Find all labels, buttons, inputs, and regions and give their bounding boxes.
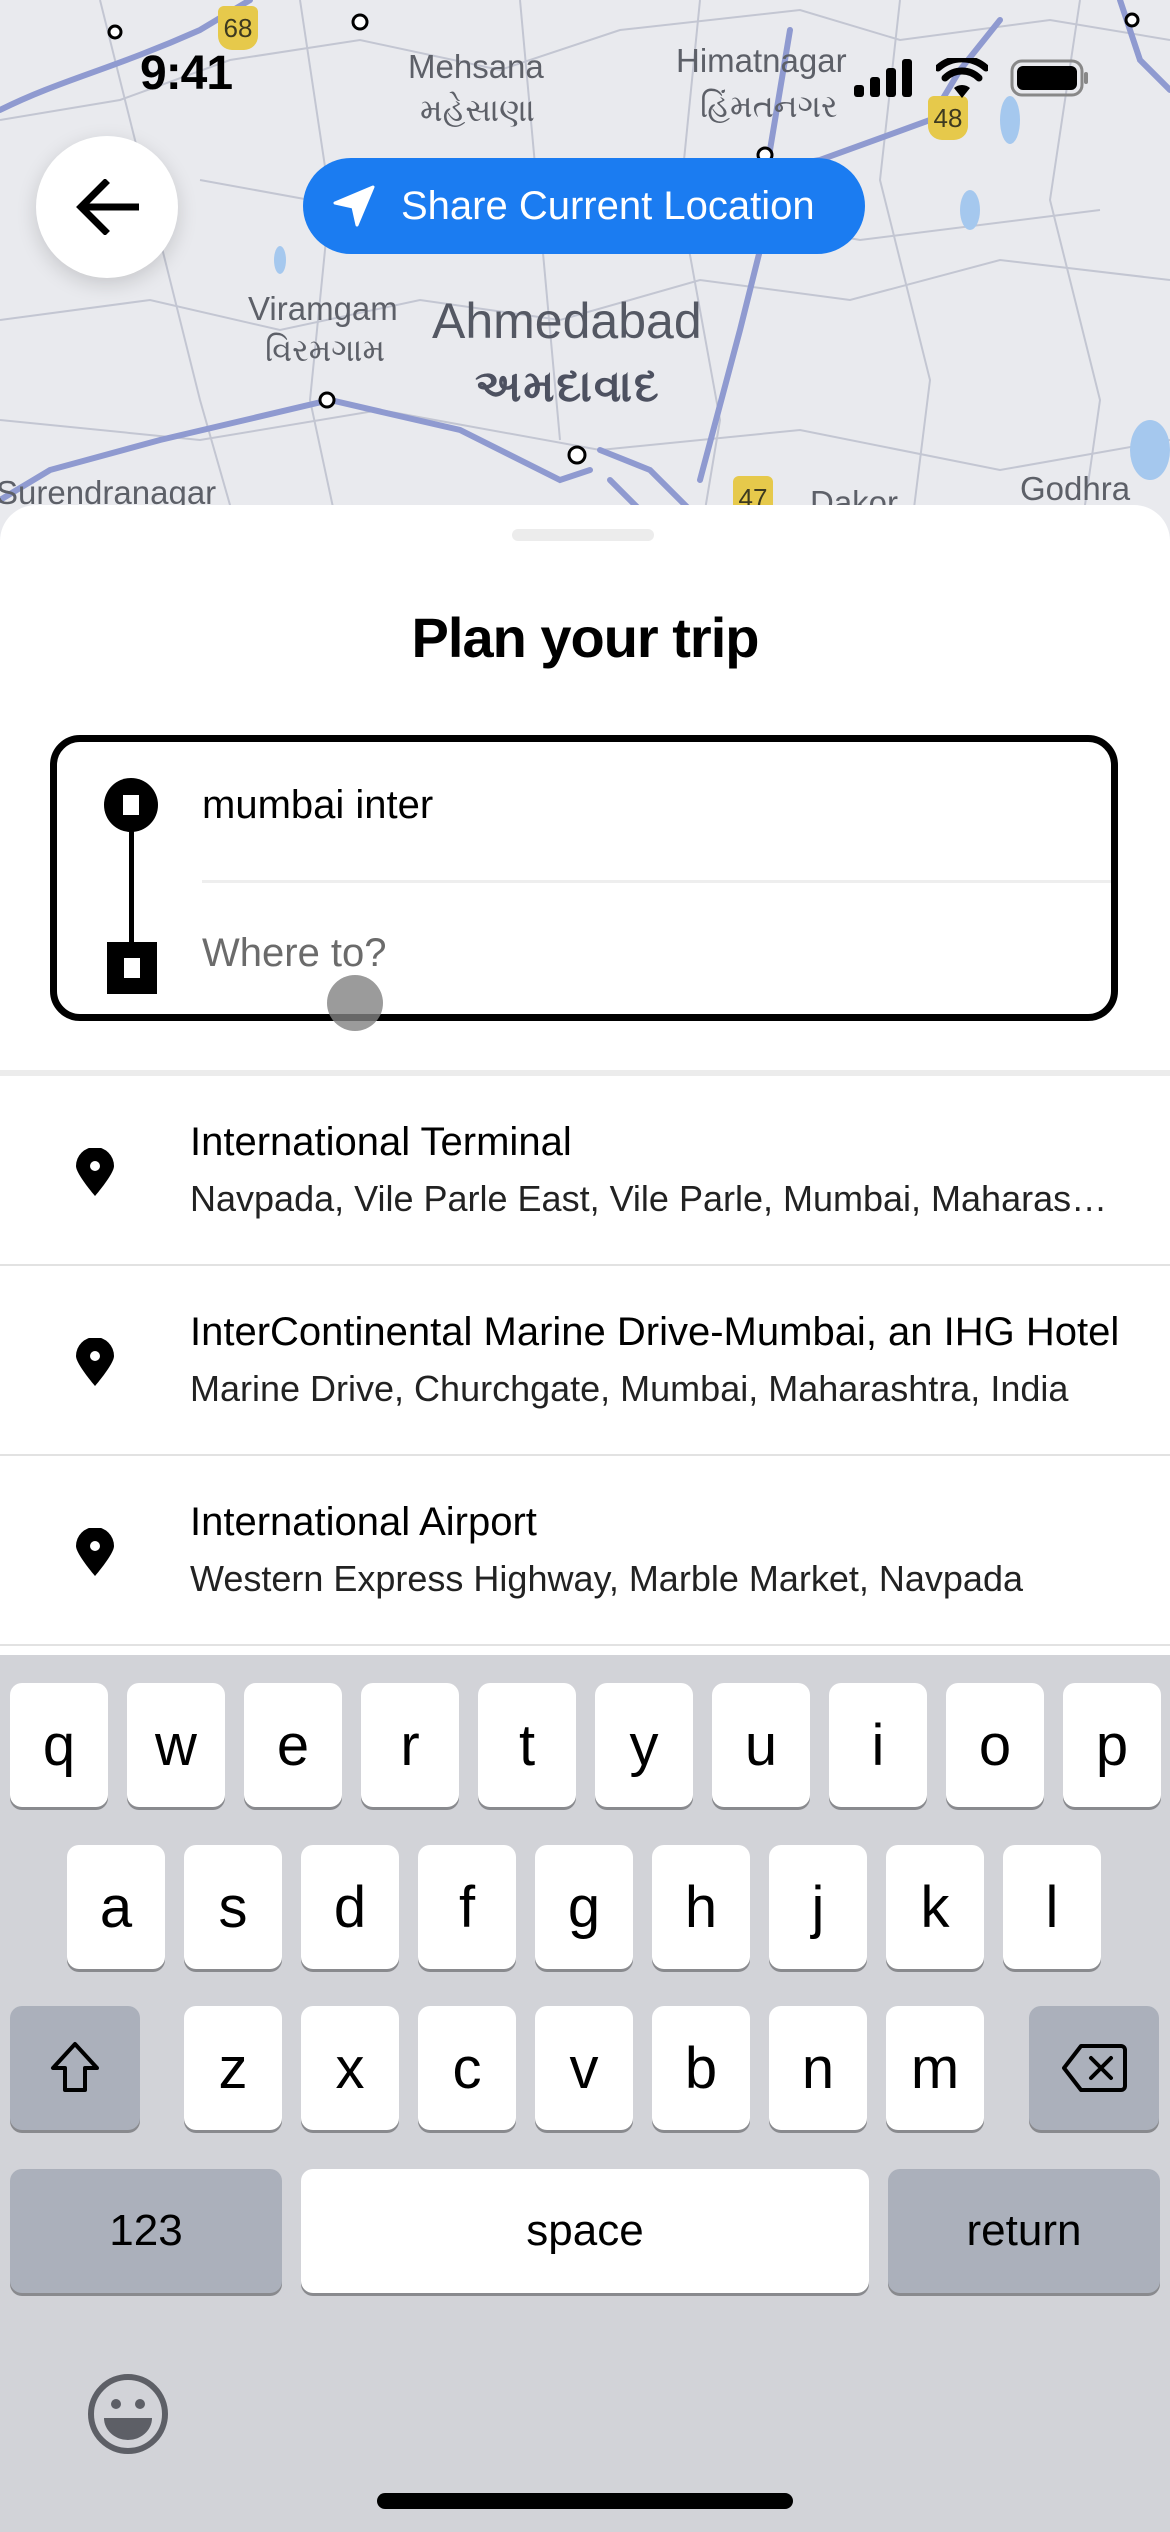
- map-label: Mehsana: [408, 48, 544, 85]
- delete-key[interactable]: [1029, 2006, 1159, 2130]
- key-y[interactable]: y: [595, 1683, 693, 1807]
- key-t[interactable]: t: [478, 1683, 576, 1807]
- key-z[interactable]: z: [184, 2006, 282, 2130]
- key-f[interactable]: f: [418, 1845, 516, 1969]
- wifi-icon: [936, 58, 988, 98]
- share-current-location-button[interactable]: Share Current Location: [303, 158, 865, 254]
- key-m[interactable]: m: [886, 2006, 984, 2130]
- share-current-location-label: Share Current Location: [401, 183, 815, 228]
- key-p[interactable]: p: [1063, 1683, 1161, 1807]
- plan-trip-sheet: Plan your trip International Terminal Na…: [0, 505, 1170, 1655]
- shift-icon: [51, 2042, 99, 2092]
- key-u[interactable]: u: [712, 1683, 810, 1807]
- result-subtitle: Navpada, Vile Parle East, Vile Parle, Mu…: [190, 1178, 1120, 1219]
- status-time: 9:41: [140, 47, 233, 100]
- location-pin-icon: [76, 1148, 114, 1196]
- key-w[interactable]: w: [127, 1683, 225, 1807]
- battery-icon: [1010, 59, 1088, 97]
- return-key[interactable]: return: [888, 2169, 1160, 2293]
- key-c[interactable]: c: [418, 2006, 516, 2130]
- location-pin-icon: [76, 1528, 114, 1576]
- destination-input[interactable]: [202, 928, 1082, 978]
- key-e[interactable]: e: [244, 1683, 342, 1807]
- space-key[interactable]: space: [301, 2169, 869, 2293]
- key-a[interactable]: a: [67, 1845, 165, 1969]
- key-r[interactable]: r: [361, 1683, 459, 1807]
- key-j[interactable]: j: [769, 1845, 867, 1969]
- route-line: [129, 830, 134, 950]
- key-s[interactable]: s: [184, 1845, 282, 1969]
- key-d[interactable]: d: [301, 1845, 399, 1969]
- map-label: Godhra: [1020, 470, 1131, 507]
- pickup-marker-icon: [104, 778, 158, 832]
- map-label: હિંમતનગર: [700, 88, 838, 124]
- numbers-key[interactable]: 123: [10, 2169, 282, 2293]
- key-h[interactable]: h: [652, 1845, 750, 1969]
- navigation-arrow-icon: [333, 185, 375, 227]
- key-o[interactable]: o: [946, 1683, 1044, 1807]
- result-item[interactable]: International Terminal Navpada, Vile Par…: [0, 1076, 1170, 1266]
- map-label: Viramgam: [248, 290, 398, 327]
- key-l[interactable]: l: [1003, 1845, 1101, 1969]
- map-label: વિરમગામ: [265, 332, 386, 368]
- map-label: Ahmedabad: [432, 293, 702, 349]
- cellular-signal-icon: [854, 59, 912, 97]
- result-subtitle: Marine Drive, Churchgate, Mumbai, Mahara…: [190, 1368, 1069, 1409]
- result-item[interactable]: InterContinental Marine Drive-Mumbai, an…: [0, 1266, 1170, 1456]
- key-v[interactable]: v: [535, 2006, 633, 2130]
- key-b[interactable]: b: [652, 2006, 750, 2130]
- key-i[interactable]: i: [829, 1683, 927, 1807]
- keyboard: qwertyuiop asdfghjkl zxcvbnm 123 space ret…: [0, 1655, 1170, 2532]
- back-button[interactable]: [36, 136, 178, 278]
- result-title: InterContinental Marine Drive-Mumbai, an…: [190, 1310, 1120, 1354]
- status-icons: [854, 58, 1090, 98]
- map-label: મહેસાણા: [420, 92, 535, 128]
- result-subtitle: Western Express Highway, Marble Market, …: [190, 1558, 1023, 1599]
- arrow-left-icon: [76, 179, 139, 235]
- page-title: Plan your trip: [411, 606, 760, 669]
- highway-shield: 48: [928, 96, 968, 140]
- touch-indicator: [327, 975, 383, 1031]
- destination-marker-icon: [107, 942, 157, 994]
- result-item[interactable]: International Airport Western Express Hi…: [0, 1456, 1170, 1646]
- search-results-list: International Terminal Navpada, Vile Par…: [0, 1076, 1170, 1646]
- emoji-icon[interactable]: [86, 2372, 170, 2456]
- map-label: અમદાવાદ: [475, 362, 661, 411]
- result-title: International Terminal: [190, 1120, 572, 1164]
- key-k[interactable]: k: [886, 1845, 984, 1969]
- result-title: International Airport: [190, 1500, 537, 1544]
- backspace-icon: [1062, 2044, 1127, 2092]
- sheet-grabber[interactable]: [512, 529, 654, 541]
- input-divider: [202, 880, 1111, 883]
- pickup-input[interactable]: [202, 780, 1082, 830]
- map-label: Himatnagar: [676, 42, 847, 79]
- key-g[interactable]: g: [535, 1845, 633, 1969]
- trip-input-box: [50, 735, 1118, 1031]
- highway-shield: 68: [218, 6, 258, 50]
- shift-key[interactable]: [10, 2006, 140, 2130]
- key-n[interactable]: n: [769, 2006, 867, 2130]
- home-indicator[interactable]: [377, 2493, 793, 2509]
- key-q[interactable]: q: [10, 1683, 108, 1807]
- key-x[interactable]: x: [301, 2006, 399, 2130]
- location-pin-icon: [76, 1338, 114, 1386]
